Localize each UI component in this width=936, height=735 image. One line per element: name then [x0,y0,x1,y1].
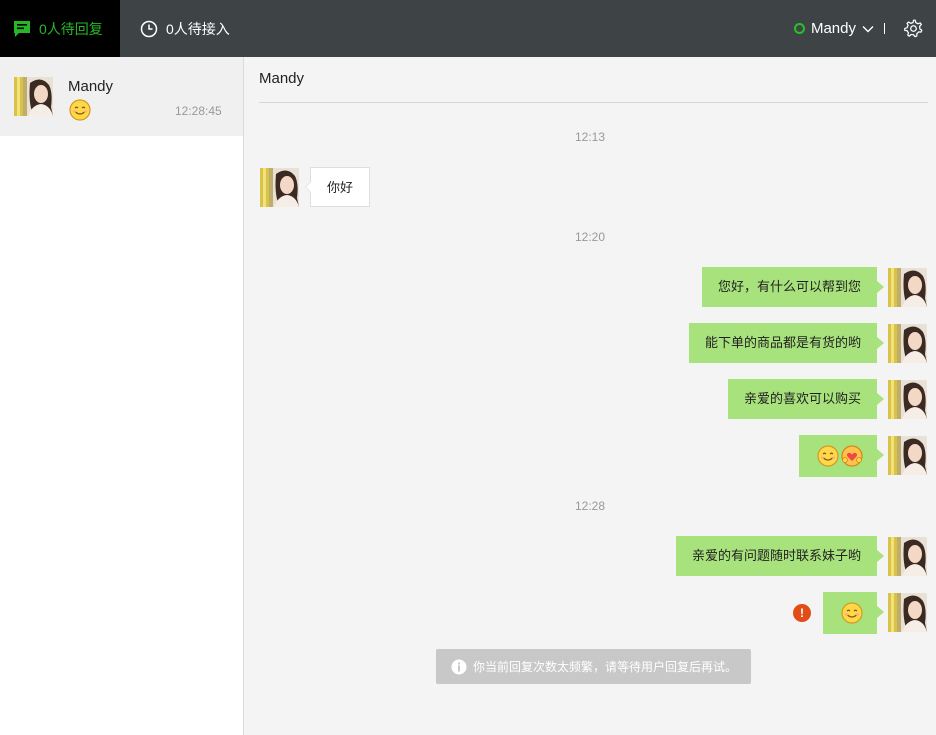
tab-pending-reply[interactable]: 0人待回复 [0,0,120,57]
conversation-time: 12:28:45 [175,104,222,118]
account-name: Mandy [810,20,856,37]
chat-header: Mandy [259,57,928,103]
chevron-down-icon [862,25,874,32]
message-bubble-incoming: 你好 [304,167,371,207]
timestamp: 12:13 [574,130,606,144]
timestamp: 12:20 [574,230,606,244]
avatar [888,537,927,576]
message-bubble-outgoing: 您好，有什么可以帮到您 [701,267,885,307]
message-bubble-outgoing: 亲爱的喜欢可以购买 [727,379,885,419]
message-bubble-outgoing-emoji [823,592,884,634]
chat-title: Mandy [259,70,305,87]
tab-pending-access[interactable]: 0人待接入 [120,0,250,57]
message-bubble-outgoing-emoji [799,435,884,477]
top-bar: 0人待回复 0人待接入 Mandy [0,0,936,57]
heart-hug-emoji-icon [841,445,863,467]
gear-icon[interactable] [903,18,924,39]
account-menu[interactable]: Mandy [793,0,874,57]
conversation-item[interactable]: Mandy 12:28:45 [0,57,243,136]
conversation-list: Mandy 12:28:45 [0,57,244,735]
avatar [14,77,53,116]
smile-emoji-icon [817,445,839,467]
conversation-name: Mandy [68,78,114,95]
avatar [888,436,927,475]
avatar [888,380,927,419]
chat-panel: Mandy 12:13 你好 12:20 您好，有什么可以帮到您 能下单的商品都… [244,57,936,735]
rate-limit-notice: 你当前回复次数太频繁，请等待用户回复后再试。 [436,649,751,684]
avatar [260,168,299,207]
info-icon [451,659,467,674]
divider [884,23,885,34]
smile-emoji-icon [841,602,863,624]
avatar [888,268,927,307]
message-bubble-outgoing: 能下单的商品都是有货的哟 [688,323,885,363]
send-failed-icon[interactable]: ! [793,604,811,622]
avatar [888,324,927,363]
clock-icon [140,20,158,37]
tab-pending-access-label: 0人待接入 [166,20,230,37]
online-status-icon [793,23,805,34]
notice-text: 你当前回复次数太频繁，请等待用户回复后再试。 [473,660,738,674]
timestamp: 12:28 [574,499,606,513]
tab-pending-reply-label: 0人待回复 [39,20,103,37]
avatar [888,593,927,632]
smile-emoji-icon [69,99,91,121]
message-bubble-outgoing: 亲爱的有问题随时联系妹子哟 [675,536,885,576]
chat-bubble-icon [14,20,30,37]
